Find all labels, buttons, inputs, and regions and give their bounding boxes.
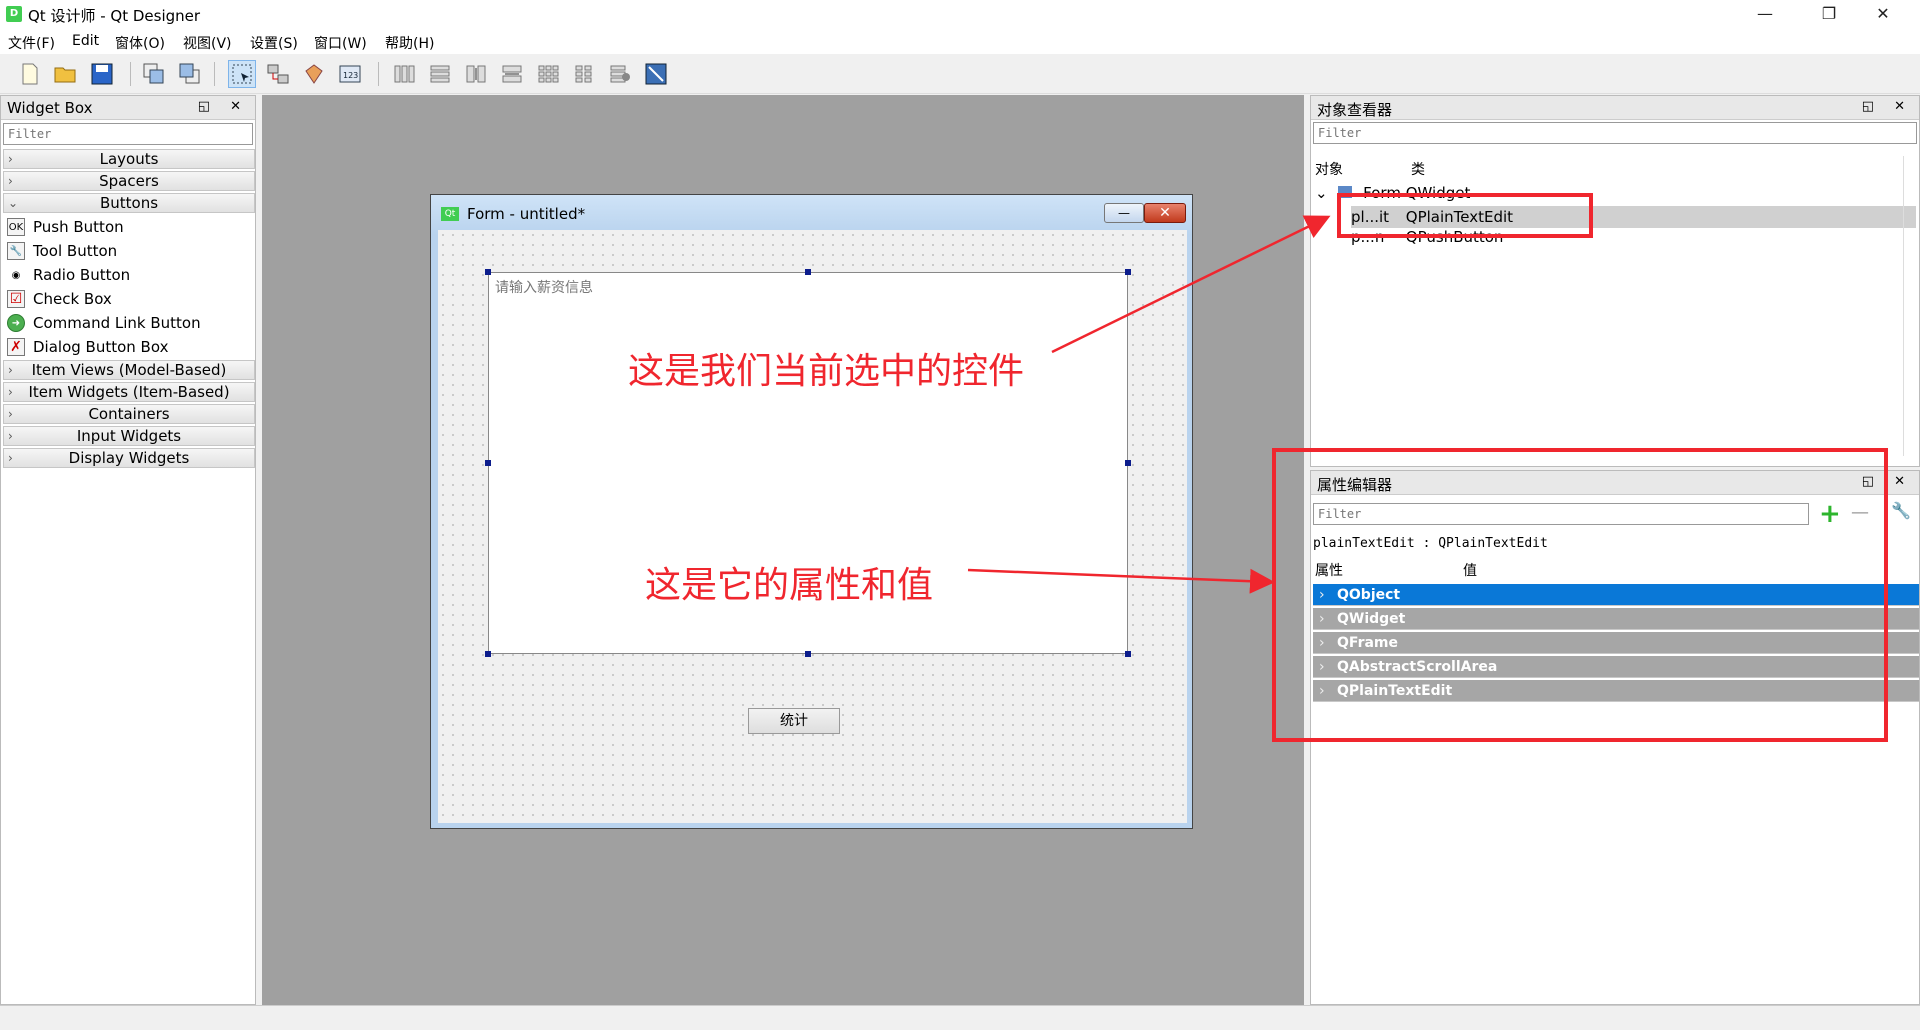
arrow-to-object — [1051, 215, 1331, 354]
status-bar — [0, 1005, 1920, 1030]
arrow-to-properties — [967, 568, 1275, 594]
annotation-arrows — [967, 215, 1331, 594]
